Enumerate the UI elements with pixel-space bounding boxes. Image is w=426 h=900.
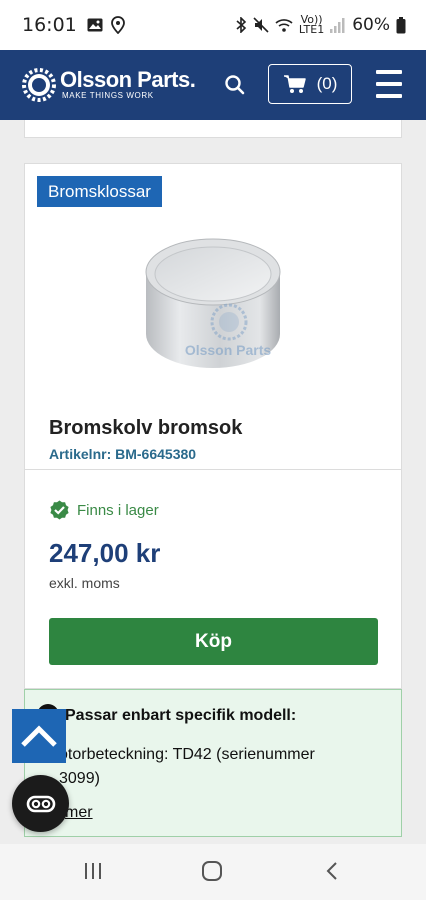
mute-icon <box>253 17 269 33</box>
search-icon <box>225 75 245 95</box>
status-bar: 16:01 Vo)) LTE1 60% <box>0 0 426 50</box>
screen: 16:01 Vo)) LTE1 60% Olsson Parts. MAKE T… <box>0 0 426 900</box>
status-time: 16:01 <box>22 14 77 36</box>
logo-tagline: MAKE THINGS WORK <box>62 91 154 100</box>
menu-icon <box>376 70 402 74</box>
show-more-link[interactable]: mer <box>65 804 93 822</box>
buy-button[interactable]: Köp <box>49 618 378 665</box>
battery-icon <box>396 16 406 33</box>
logo-name: Olsson Parts. <box>60 67 196 92</box>
chevron-up-icon <box>21 725 57 747</box>
product-image[interactable]: Olsson Parts <box>138 234 288 384</box>
system-nav-bar <box>0 844 426 900</box>
menu-button[interactable] <box>376 70 402 98</box>
logo[interactable]: Olsson Parts. MAKE THINGS WORK <box>22 67 196 102</box>
stock-label: Finns i lager <box>77 502 159 519</box>
network-bottom: LTE1 <box>298 23 325 36</box>
bluetooth-icon <box>236 17 247 33</box>
back-icon[interactable] <box>322 860 344 882</box>
chat-icon <box>26 795 55 812</box>
chat-button[interactable] <box>12 775 69 832</box>
cart-icon <box>283 75 306 93</box>
menu-icon-bar <box>376 82 402 86</box>
signal-icon <box>330 17 345 33</box>
search-button[interactable] <box>222 72 248 98</box>
gear-logo-icon <box>22 68 56 102</box>
menu-icon-bar <box>376 94 402 98</box>
check-icon <box>50 500 69 520</box>
article-number: Artikelnr: BM-6645380 <box>49 446 197 462</box>
fitment-detail-line2: 3099) <box>59 770 100 787</box>
wifi-icon <box>275 19 293 32</box>
fitment-title: Passar enbart specifik modell: <box>65 707 297 724</box>
cart-button[interactable]: (0) <box>268 64 352 104</box>
previous-card <box>24 120 402 138</box>
fitment-detail: otorbeteckning: TD42 (serienummer 3099) <box>59 743 399 791</box>
buy-section: Finns i lager 247,00 kr exkl. moms Köp <box>24 469 402 689</box>
product-card[interactable]: Bromsklossar Olsson Parts Bromskolv brom… <box>24 163 402 469</box>
scroll-to-top-button[interactable] <box>12 709 66 763</box>
price: 247,00 kr <box>49 538 161 568</box>
cart-count: (0) <box>316 74 338 93</box>
site-header: Olsson Parts. MAKE THINGS WORK (0) <box>0 50 426 120</box>
recent-apps-icon[interactable] <box>82 860 104 882</box>
location-icon <box>110 16 125 34</box>
fitment-info: Passar enbart specifik modell: otorbetec… <box>24 689 402 837</box>
vat-note: exkl. moms <box>49 575 120 591</box>
home-icon[interactable] <box>201 860 223 882</box>
fitment-detail-line1: otorbeteckning: TD42 (serienummer <box>59 746 315 763</box>
battery-percent: 60% <box>352 15 390 35</box>
image-icon <box>87 18 103 32</box>
category-badge[interactable]: Bromsklossar <box>37 176 162 207</box>
stock-status: Finns i lager <box>49 500 159 521</box>
product-title[interactable]: Bromskolv bromsok <box>49 417 242 440</box>
image-watermark: Olsson Parts <box>185 342 272 358</box>
